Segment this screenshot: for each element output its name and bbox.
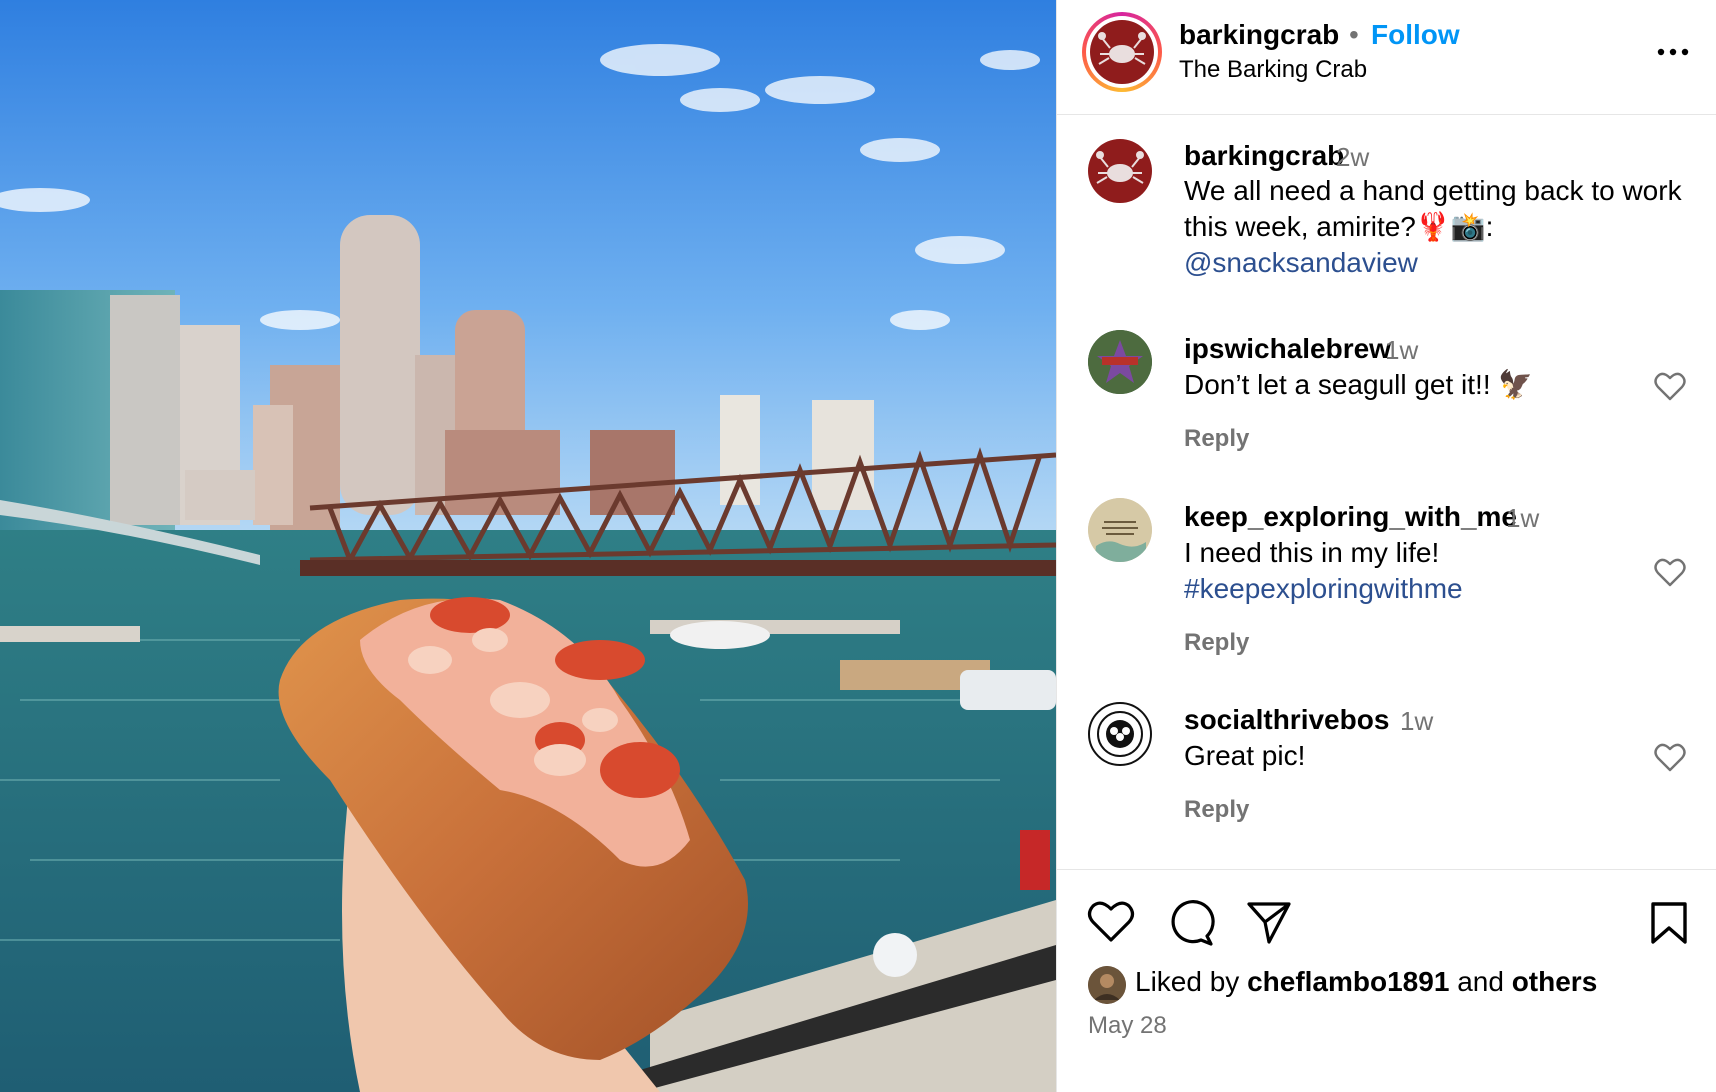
comment-avatar[interactable] [1088,498,1152,562]
comment-time[interactable]: 1w [1385,335,1418,366]
comment-text: Great pic! [1184,740,1306,771]
author-location[interactable]: The Barking Crab [1179,56,1367,84]
post-header: barkingcrab • Follow The Barking Crab [1057,0,1716,115]
caption-line-2: this week, amirite?🦞📸: [1184,211,1494,242]
share-icon[interactable] [1245,900,1293,951]
liker-username[interactable]: cheflambo1891 [1247,966,1449,997]
author-avatar[interactable] [1082,12,1162,92]
comment-username[interactable]: keep_exploring_with_me [1184,501,1517,533]
caption-text: We all need a hand getting back to work … [1184,173,1694,281]
map-quote-icon [1088,498,1152,562]
bookmark-icon[interactable] [1649,900,1689,951]
comment-like-heart-icon[interactable] [1654,743,1686,773]
comment-hashtag-link[interactable]: #keepexploringwithme [1184,571,1634,607]
separator-dot: • [1349,19,1359,50]
caption-username[interactable]: barkingcrab [1184,140,1344,172]
crab-logo-icon [1096,151,1144,184]
liked-by-text: Liked by cheflambo1891 and others [1135,966,1597,998]
reply-button[interactable]: Reply [1184,425,1249,453]
follow-button[interactable]: Follow [1371,19,1460,51]
comment-avatar[interactable] [1088,702,1152,766]
caption-time[interactable]: 2w [1336,142,1369,173]
post-photo[interactable] [0,0,1056,1092]
comments-section: barkingcrab 2w We all need a hand gettin… [1057,115,1716,869]
reply-button[interactable]: Reply [1184,796,1249,824]
comment-time[interactable]: 1w [1506,503,1539,534]
comment-username[interactable]: ipswichalebrew [1184,333,1391,365]
comment-like-heart-icon[interactable] [1654,558,1686,588]
comment-like-heart-icon[interactable] [1654,372,1686,402]
caption-line-1: We all need a hand getting back to work [1184,175,1682,206]
post-photo-image [0,0,1056,1092]
comment-avatar[interactable] [1088,330,1152,394]
liker-avatar[interactable] [1088,966,1126,1004]
post-date[interactable]: May 28 [1088,1012,1167,1040]
people-group-icon [1097,711,1143,757]
comment-text: I need this in my life! [1184,537,1440,568]
post-sidebar: barkingcrab • Follow The Barking Crab ba… [1056,0,1716,1092]
author-username[interactable]: barkingcrab [1179,19,1339,51]
comment-text: Don’t let a seagull get it!! 🦅 [1184,369,1534,400]
user-photo-icon [1088,966,1126,1004]
caption-avatar[interactable] [1088,139,1152,203]
instagram-post: barkingcrab • Follow The Barking Crab ba… [0,0,1716,1092]
comment-time[interactable]: 1w [1400,706,1433,737]
comment-text-block: I need this in my life! #keepexploringwi… [1184,535,1634,607]
liked-by-prefix: Liked by [1135,966,1240,997]
caption-mention-link[interactable]: @snacksandaview [1184,245,1694,281]
reply-button[interactable]: Reply [1184,629,1249,657]
avatar-ring-inner [1086,16,1158,88]
comment-username[interactable]: socialthrivebos [1184,704,1389,736]
heart-icon[interactable] [1087,900,1135,949]
liked-by-connector: and [1457,966,1504,997]
post-actions: Liked by cheflambo1891 and others May 28 [1057,869,1716,1092]
likes-others-link[interactable]: others [1512,966,1598,997]
more-options-icon[interactable] [1655,40,1691,64]
comment-icon[interactable] [1167,900,1215,951]
brewery-logo-icon [1088,330,1152,394]
crab-logo-icon [1090,20,1154,84]
